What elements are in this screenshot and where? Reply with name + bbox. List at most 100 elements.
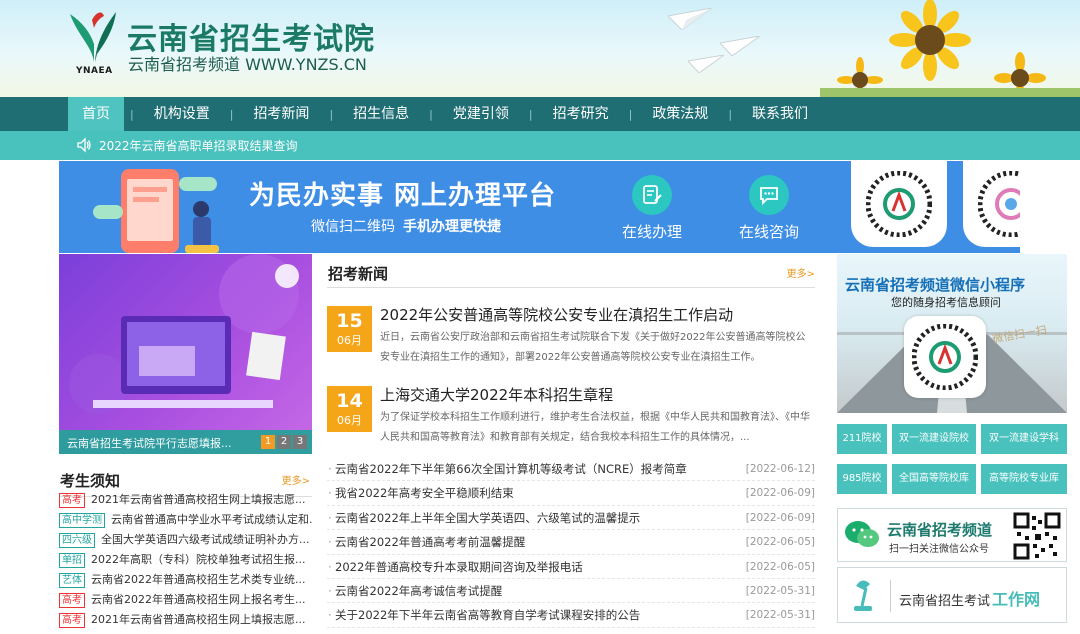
list-item[interactable]: 艺体 云南省2022年普通高校招生艺术类专业统... [59, 570, 312, 590]
featured-news-title[interactable]: 2022年公安普通高等院校公安专业在滇招生工作启动 [380, 304, 733, 325]
notice-bar: 2022年云南省高职单招录取结果查询 [0, 131, 1080, 160]
list-item-text: 2022年高职（专科）院校单独考试招生报... [91, 553, 306, 566]
bullet: · [328, 510, 332, 525]
list-item-text: 2021年云南省普通高校招生网上填报志愿... [91, 613, 306, 626]
banner-sub-normal: 微信扫二维码 [311, 219, 395, 235]
list-item[interactable]: 高考 2021年云南省普通高校招生网上填报志愿... [59, 610, 312, 630]
list-item[interactable]: 单招 2022年高职（专科）院校单独考试招生报... [59, 550, 312, 570]
carousel-page-2[interactable]: 2 [277, 435, 291, 449]
news-list: · 云南省2022年下半年第66次全国计算机等级考试（NCRE）报考简章 [2022… [327, 457, 815, 628]
sunflower-decoration [820, 0, 1080, 97]
promo-caption[interactable]: 云南省招生考试院平行志愿填报... [67, 435, 257, 451]
promo-caption-bar: 云南省招生考试院平行志愿填报... 1 2 3 [59, 430, 312, 454]
main-nav: 首页 | 机构设置 | 招考新闻 | 招生信息 | 党建引领 | 招考研究 | … [0, 97, 1080, 131]
online-consult-button[interactable]: 在线咨询 [729, 175, 809, 242]
quick-link-double-first-class-subject[interactable]: 双一流建设学科 [981, 424, 1067, 454]
divider [890, 580, 891, 612]
work-website-label: 云南省招生考试 工作网 [899, 586, 1040, 610]
online-handle-label: 在线办理 [621, 223, 682, 241]
news-link[interactable]: 云南省2022年下半年第66次全国计算机等级考试（NCRE）报考简章 [335, 457, 687, 481]
quick-link-211[interactable]: 211院校 [837, 424, 887, 454]
online-service-banner[interactable]: 为民办实事 网上办理平台 微信扫二维码 手机办理更快捷 在线办理 在线咨询 [59, 161, 1020, 253]
divider [327, 287, 815, 288]
quick-link-university-library[interactable]: 全国高等院校库 [892, 464, 976, 494]
category-tag: 四六级 [59, 532, 95, 548]
list-item[interactable]: · 2022年普通高校专升本录取期间咨询及举报电话 [2022-06-05] [327, 555, 815, 579]
qr-code-icon[interactable] [1013, 512, 1061, 560]
list-item[interactable]: 高考 云南省2022年普通高校招生网上报名考生... [59, 590, 312, 610]
logo-icon[interactable] [68, 8, 120, 64]
mini-program-code-icon [978, 171, 1020, 237]
news-link[interactable]: 我省2022年高考安全平稳顺利结束 [335, 481, 514, 505]
bullet: · [328, 608, 332, 623]
candidate-notice-more-link[interactable]: 更多> [282, 472, 310, 487]
news-link[interactable]: 关于2022年下半年云南省高等教育自学考试课程安排的公告 [335, 603, 640, 627]
mini-program-card[interactable]: 云南省招考频道微信小程序 您的随身招考信息顾问 微信扫一扫 [837, 254, 1067, 413]
news-date: [2022-06-09] [745, 511, 815, 524]
list-item[interactable]: · 关于2022年下半年云南省高等教育自学考试课程安排的公告 [2022-05-31… [327, 603, 815, 628]
paper-plane-icon [668, 8, 712, 30]
featured-news-title[interactable]: 上海交通大学2022年本科招生章程 [380, 384, 613, 405]
banner-subtitle: 微信扫二维码 手机办理更快捷 [311, 216, 501, 236]
candidate-notice-list: 高考 2021年云南省普通高校招生网上填报志愿... 高中学测 云南省普通高中学业水… [59, 492, 312, 630]
nav-item-exam-news[interactable]: 招考新闻 [239, 97, 323, 131]
nav-item-exam-research[interactable]: 招考研究 [539, 97, 623, 131]
list-item[interactable]: · 云南省2022年下半年第66次全国计算机等级考试（NCRE）报考简章 [2022… [327, 457, 815, 482]
nav-separator: | [130, 107, 134, 121]
candidate-notice-panel: 考生须知 更多> 高考 2021年云南省普通高校招生网上填报志愿... 高中学测云… [59, 462, 312, 634]
carousel-page-3[interactable]: 3 [293, 435, 307, 449]
wechat-account-card[interactable]: 云南省招考频道 扫一扫关注微信公众号 [837, 508, 1067, 562]
nav-item-organization[interactable]: 机构设置 [140, 97, 224, 131]
nav-item-contact[interactable]: 联系我们 [738, 97, 822, 131]
banner-qr-code[interactable] [851, 161, 947, 247]
mini-program-qr[interactable] [904, 316, 986, 398]
work-website-normal: 云南省招生考试 [899, 594, 991, 609]
news-link[interactable]: 云南省2022年高考诚信考试提醒 [335, 579, 502, 603]
list-item[interactable]: · 云南省2022年高考诚信考试提醒 [2022-05-31] [327, 579, 815, 604]
nav-item-party-building[interactable]: 党建引领 [439, 97, 523, 131]
list-item[interactable]: · 我省2022年高考安全平稳顺利结束 [2022-06-09] [327, 481, 815, 506]
bullet: · [328, 462, 332, 476]
work-website-card[interactable]: 云南省招生考试 工作网 [837, 567, 1067, 623]
news-link[interactable]: 云南省2022年普通高考考前温馨提醒 [335, 530, 525, 554]
banner-qr-code[interactable] [963, 161, 1020, 247]
news-link[interactable]: 云南省2022年上半年全国大学英语四、六级笔试的温馨提示 [335, 506, 640, 530]
category-tag: 高中学测 [59, 512, 105, 528]
banner-sub-bold: 手机办理更快捷 [403, 219, 501, 235]
wechat-title: 云南省招考频道 [887, 521, 993, 539]
online-consult-label: 在线咨询 [738, 223, 799, 241]
exam-news-more-link[interactable]: 更多> [787, 265, 815, 280]
work-website-strong: 工作网 [992, 590, 1041, 609]
list-item[interactable]: 四六级 全国大学英语四六级考试成绩证明补办方... [59, 530, 312, 550]
list-item[interactable]: 高中学测 云南省普通高中学业水平考试成绩认定和... [59, 510, 312, 530]
nav-item-home[interactable]: 首页 [68, 97, 124, 131]
site-header: YNAEA 云南省招生考试院 云南省招考频道 WWW.YNZS.CN [0, 0, 1080, 97]
category-tag: 高考 [59, 592, 85, 608]
list-item[interactable]: 高考 2021年云南省普通高校招生网上填报志愿... [59, 490, 312, 510]
wechat-subtitle: 扫一扫关注微信公众号 [889, 544, 989, 555]
notice-text[interactable]: 2022年云南省高职单招录取结果查询 [99, 137, 298, 154]
carousel-page-1[interactable]: 1 [261, 435, 275, 449]
promo-carousel[interactable]: 云南省招生考试院平行志愿填报... 1 2 3 [59, 254, 312, 454]
news-link[interactable]: 2022年普通高校专升本录取期间咨询及举报电话 [335, 555, 583, 579]
nav-separator: | [329, 107, 334, 121]
phone-illustration [93, 169, 219, 253]
date-month: 06月 [337, 334, 362, 347]
quick-link-double-first-class-univ[interactable]: 双一流建设院校 [892, 424, 976, 454]
nav-item-policy[interactable]: 政策法规 [638, 97, 722, 131]
chat-bubble-icon [760, 187, 778, 206]
quick-link-major-library[interactable]: 高等院校专业库 [981, 464, 1067, 494]
nav-item-admission-info[interactable]: 招生信息 [339, 97, 423, 131]
list-item[interactable]: · 云南省2022年上半年全国大学英语四、六级笔试的温馨提示 [2022-06-09… [327, 506, 815, 531]
date-badge: 15 06月 [327, 306, 372, 352]
exam-news-panel: 招考新闻 更多> 15 06月 2022年公安普通高等院校公安专业在滇招生工作启… [327, 254, 815, 634]
date-day: 15 [336, 310, 363, 332]
bullet: · [328, 535, 332, 550]
bullet: · [328, 583, 332, 598]
list-item[interactable]: · 云南省2022年普通高考考前温馨提醒 [2022-06-05] [327, 530, 815, 555]
quick-link-985[interactable]: 985院校 [837, 464, 887, 494]
bullet: · [328, 486, 332, 501]
featured-news-summary: 近日，云南省公安厅政治部和云南省招生考试院联合下发《关于做好2022年公安普通高… [380, 332, 806, 363]
nav-separator: | [728, 107, 733, 121]
online-handle-button[interactable]: 在线办理 [612, 175, 692, 242]
